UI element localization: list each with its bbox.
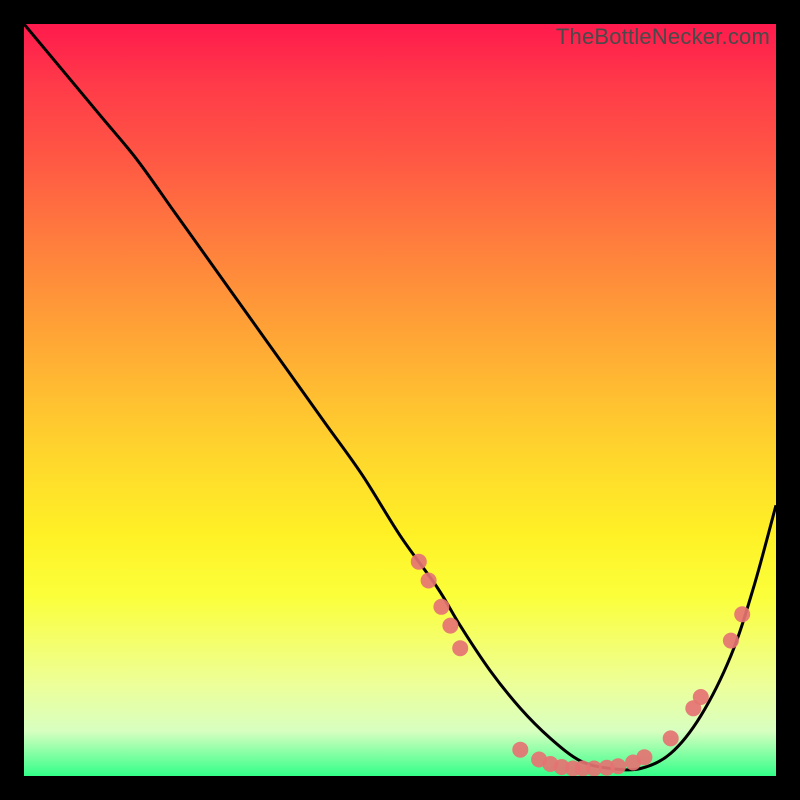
marker-dot xyxy=(433,599,449,615)
marker-dot xyxy=(734,606,750,622)
marker-dot xyxy=(421,573,437,589)
marker-dot xyxy=(452,640,468,656)
marker-dot xyxy=(723,633,739,649)
highlight-markers xyxy=(411,554,750,776)
marker-dot xyxy=(512,742,528,758)
chart-frame: TheBottleNecker.com xyxy=(24,24,776,776)
marker-dot xyxy=(663,730,679,746)
bottleneck-curve xyxy=(24,24,776,770)
watermark-text: TheBottleNecker.com xyxy=(556,24,770,50)
plot-area: TheBottleNecker.com xyxy=(24,24,776,776)
chart-svg xyxy=(24,24,776,776)
marker-dot xyxy=(442,618,458,634)
marker-dot xyxy=(636,749,652,765)
marker-dot xyxy=(693,689,709,705)
marker-dot xyxy=(411,554,427,570)
marker-dot xyxy=(610,758,626,774)
